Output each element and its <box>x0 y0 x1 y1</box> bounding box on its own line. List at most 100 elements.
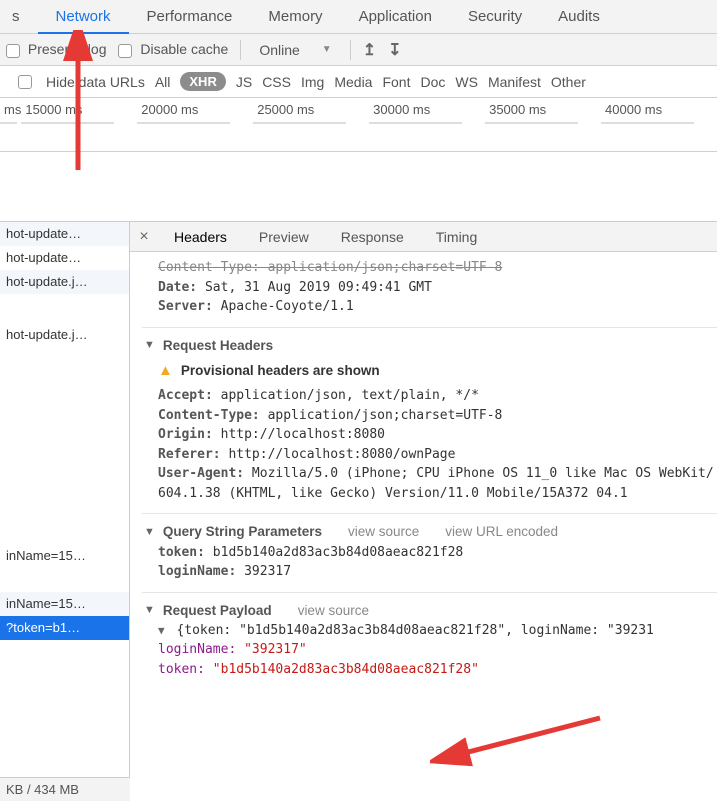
detail-tab-headers[interactable]: Headers <box>158 222 243 252</box>
payload-summary: {token: "b1d5b140a2d83ac3b84d08aeac821f2… <box>176 623 653 638</box>
throttle-value: Online <box>259 42 299 58</box>
tab-partial[interactable]: s <box>8 0 38 34</box>
preserve-log-checkbox[interactable] <box>6 44 20 58</box>
request-row[interactable]: hot-update.j… <box>0 270 129 294</box>
detail-tab-response[interactable]: Response <box>325 222 420 252</box>
request-row[interactable]: inName=15… <box>0 592 129 616</box>
hdr-key: token: <box>158 545 205 560</box>
view-source-link[interactable]: view source <box>298 601 369 621</box>
download-icon[interactable]: ↧ <box>388 40 401 60</box>
response-header-date: Date: Sat, 31 Aug 2019 09:49:41 GMT <box>142 278 717 298</box>
chevron-down-icon: ▼ <box>322 44 332 55</box>
close-icon[interactable]: × <box>130 228 158 246</box>
response-header-server: Server: Apache-Coyote/1.1 <box>142 297 717 317</box>
qsp-token: token: b1d5b140a2d83ac3b84d08aeac821f28 <box>142 543 717 563</box>
preserve-log-label[interactable]: Preserve log <box>6 41 106 57</box>
timeline-tick: 40000 ms <box>601 102 717 117</box>
hdr-value: b1d5b140a2d83ac3b84d08aeac821f28 <box>213 545 463 560</box>
request-detail: × Headers Preview Response Timing Conten… <box>130 222 717 780</box>
payload-token: token: "b1d5b140a2d83ac3b84d08aeac821f28… <box>142 660 717 680</box>
filter-xhr[interactable]: XHR <box>180 72 225 91</box>
separator <box>240 40 241 60</box>
filter-bar: Hide data URLs All XHR JS CSS Img Media … <box>0 66 717 98</box>
detail-tab-preview[interactable]: Preview <box>243 222 325 252</box>
timeline-tick: 25000 ms <box>253 102 369 117</box>
throttle-select[interactable]: Online ▼ <box>253 42 337 58</box>
timeline-ruler[interactable]: ms 15000 ms 20000 ms 25000 ms 30000 ms 3… <box>0 98 717 152</box>
request-payload-section: ▼ Request Payload view source ▼ {token: … <box>142 592 717 680</box>
payload-value: "b1d5b140a2d83ac3b84d08aeac821f28" <box>213 662 479 677</box>
request-row-selected[interactable]: ?token=b1… <box>0 616 129 640</box>
filter-all[interactable]: All <box>155 74 171 90</box>
filter-doc[interactable]: Doc <box>420 74 445 90</box>
payload-value: "392317" <box>244 642 307 657</box>
tab-security[interactable]: Security <box>450 0 540 34</box>
timeline-tick: 20000 ms <box>137 102 253 117</box>
tab-application[interactable]: Application <box>341 0 450 34</box>
disable-cache-checkbox[interactable] <box>118 44 132 58</box>
section-header[interactable]: ▼ Query String Parameters view source vi… <box>142 522 717 542</box>
preserve-log-text: Preserve log <box>28 41 107 57</box>
section-title: Request Payload <box>163 601 272 621</box>
hdr-key: User-Agent: <box>158 466 244 481</box>
filter-ws[interactable]: WS <box>455 74 478 90</box>
filter-font[interactable]: Font <box>382 74 410 90</box>
tab-audits[interactable]: Audits <box>540 0 618 34</box>
filter-media[interactable]: Media <box>334 74 372 90</box>
chevron-down-icon: ▼ <box>158 624 165 637</box>
filter-js[interactable]: JS <box>236 74 252 90</box>
upload-icon[interactable]: ↥ <box>363 40 376 60</box>
chevron-down-icon: ▼ <box>144 602 155 619</box>
request-headers-section: ▼ Request Headers ▲ Provisional headers … <box>142 327 717 504</box>
disable-cache-label[interactable]: Disable cache <box>118 41 228 57</box>
provisional-warning: ▲ Provisional headers are shown <box>142 360 717 383</box>
warning-icon: ▲ <box>158 360 173 383</box>
qsp-login: loginName: 392317 <box>142 562 717 582</box>
section-header[interactable]: ▼ Request Headers <box>142 336 717 356</box>
status-bar: KB / 434 MB <box>0 777 130 801</box>
section-title: Query String Parameters <box>163 522 322 542</box>
filter-img[interactable]: Img <box>301 74 324 90</box>
hdr-key: Origin: <box>158 427 213 442</box>
hdr-value: http://localhost:8080 <box>221 427 385 442</box>
main-split: hot-update… hot-update… hot-update.j… ho… <box>0 222 717 780</box>
hdr-key: Referer: <box>158 447 221 462</box>
req-header-accept: Accept: application/json, text/plain, */… <box>142 386 717 406</box>
hide-data-urls-checkbox[interactable] <box>18 75 32 89</box>
disable-cache-text: Disable cache <box>140 41 228 57</box>
separator <box>350 40 351 60</box>
view-source-link[interactable]: view source <box>348 522 419 542</box>
req-header-user-agent: User-Agent: Mozilla/5.0 (iPhone; CPU iPh… <box>142 464 717 503</box>
filter-css[interactable]: CSS <box>262 74 291 90</box>
requests-list: hot-update… hot-update… hot-update.j… ho… <box>0 222 130 780</box>
status-text: KB / 434 MB <box>6 782 79 797</box>
hdr-key: Accept: <box>158 388 213 403</box>
hdr-value: Apache-Coyote/1.1 <box>221 299 354 314</box>
headers-body: Content-Type: application/json;charset=U… <box>130 252 717 780</box>
tab-performance[interactable]: Performance <box>129 0 251 34</box>
req-header-referer: Referer: http://localhost:8080/ownPage <box>142 445 717 465</box>
filter-manifest[interactable]: Manifest <box>488 74 541 90</box>
hdr-value: 392317 <box>244 564 291 579</box>
request-row[interactable]: hot-update… <box>0 222 129 246</box>
section-header[interactable]: ▼ Request Payload view source <box>142 601 717 621</box>
detail-tab-timing[interactable]: Timing <box>420 222 494 252</box>
hdr-value: application/json, text/plain, */* <box>221 388 479 403</box>
timeline-tick: 35000 ms <box>485 102 601 117</box>
view-url-encoded-link[interactable]: view URL encoded <box>445 522 558 542</box>
query-string-section: ▼ Query String Parameters view source vi… <box>142 513 717 581</box>
response-header-cut: Content-Type: application/json;charset=U… <box>142 258 717 278</box>
hdr-value: application/json;charset=UTF-8 <box>268 408 503 423</box>
hdr-key: loginName: <box>158 564 236 579</box>
tab-memory[interactable]: Memory <box>250 0 340 34</box>
request-row[interactable]: inName=15… <box>0 544 129 568</box>
tab-network[interactable]: Network <box>38 0 129 34</box>
hide-data-urls-label: Hide data URLs <box>46 74 145 90</box>
request-row[interactable]: hot-update.j… <box>0 294 129 374</box>
timeline-overview[interactable] <box>0 152 717 222</box>
request-row[interactable]: hot-update… <box>0 246 129 270</box>
payload-login: loginName: "392317" <box>142 640 717 660</box>
warning-text: Provisional headers are shown <box>181 361 380 381</box>
hdr-key: Content-Type: <box>158 408 260 423</box>
filter-other[interactable]: Other <box>551 74 586 90</box>
